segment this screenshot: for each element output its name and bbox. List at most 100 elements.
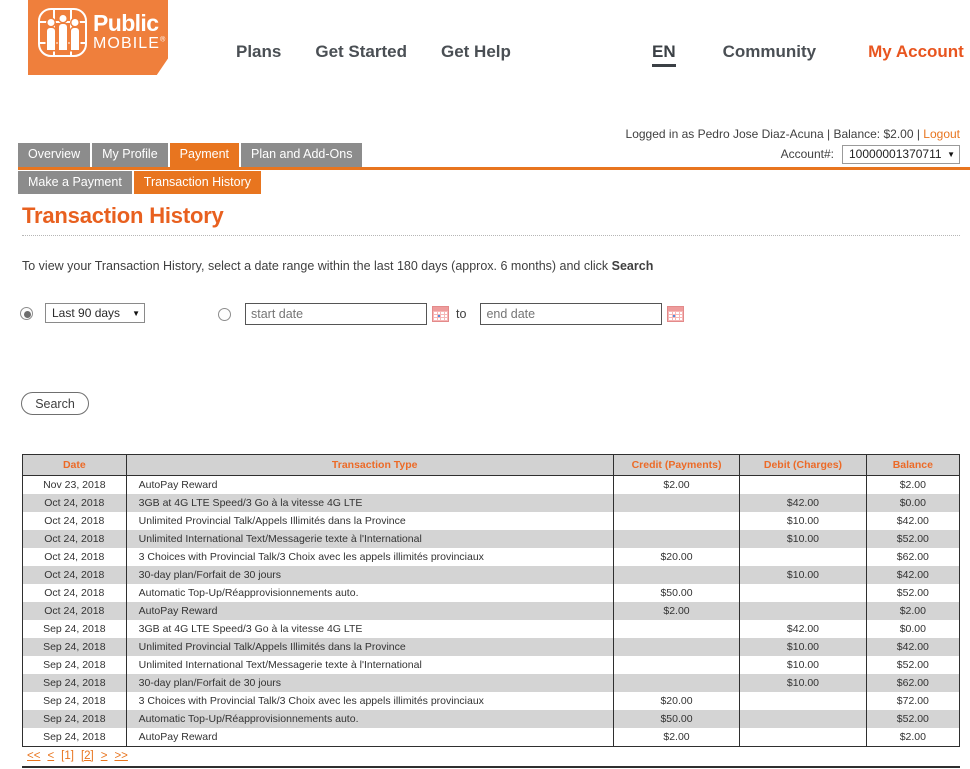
cell-balance: $52.00	[865, 656, 960, 674]
pagination-first[interactable]: <<	[27, 750, 40, 762]
cell-transaction-type: Automatic Top-Up/Réapprovisionnements au…	[125, 584, 614, 602]
nav-language-en[interactable]: EN	[652, 42, 676, 67]
pagination: << < [1] [2] > >>	[27, 750, 128, 762]
cell-date: Sep 24, 2018	[43, 623, 106, 635]
tab-overview[interactable]: Overview	[18, 143, 91, 167]
table-row: Sep 24, 2018 Unlimited Provincial Talk/Ap…	[22, 638, 960, 656]
logo-wordmark: Public MOBILE®	[93, 11, 166, 54]
table-row: Oct 24, 2018 Unlimited Provincial Talk/Ap…	[23, 512, 960, 530]
cell-credit	[612, 512, 740, 530]
cell-credit: $2.00	[612, 602, 740, 620]
pagination-last[interactable]: >>	[114, 750, 127, 762]
cell-date: Sep 24, 2018	[43, 731, 106, 743]
table-row: Nov 23, 2018 AutoPay Reward $2.00 $2.00	[23, 475, 960, 494]
radio-custom-range[interactable]	[218, 307, 231, 321]
column-header-balance[interactable]: Balance	[865, 454, 960, 476]
cell-credit: $2.00	[612, 728, 740, 747]
cell-debit	[739, 728, 867, 747]
cell-transaction-type: Unlimited International Text/Messagerie …	[125, 656, 614, 674]
cell-debit	[739, 710, 867, 728]
radio-preset-range[interactable]	[20, 306, 33, 320]
cell-debit: $42.00	[739, 494, 867, 512]
start-date-calendar-icon[interactable]	[432, 306, 449, 322]
tab-transaction-history[interactable]: Transaction History	[133, 170, 262, 195]
cell-date: Oct 24, 2018	[44, 587, 105, 599]
table-row: Oct 24, 2018 3GB at 4G LTE Speed/3 Go à l…	[22, 494, 960, 512]
tab-payment[interactable]: Payment	[169, 143, 240, 167]
table-bottom-border	[22, 766, 960, 768]
table-row: Oct 24, 2018 Automatic Top-Up/Réapprovisi…	[23, 584, 960, 602]
cell-balance: $2.00	[865, 728, 960, 747]
pagination-next[interactable]: >	[101, 750, 108, 762]
logo-word-mobile: MOBILE	[93, 34, 161, 52]
nav-get-help[interactable]: Get Help	[441, 42, 511, 62]
cell-date: Sep 24, 2018	[43, 659, 106, 671]
nav-community[interactable]: Community	[723, 42, 817, 62]
cell-transaction-type: Unlimited International Text/Messagerie …	[125, 530, 614, 548]
cell-balance: $2.00	[865, 475, 960, 494]
title-divider	[22, 235, 960, 236]
secondary-tab-row: Make a Payment Transaction History	[0, 170, 970, 195]
cell-credit	[612, 674, 740, 692]
main-navigation: Plans Get Started Get Help	[236, 42, 545, 62]
cell-credit: $20.00	[612, 692, 740, 710]
preset-range-select[interactable]: Last 90 days ▼	[45, 303, 145, 323]
cell-date: Oct 24, 2018	[22, 566, 127, 584]
site-header: Public MOBILE® Plans Get Started Get Hel…	[0, 0, 970, 108]
column-header-transaction-type[interactable]: Transaction Type	[125, 454, 614, 476]
cell-transaction-type: 3 Choices with Provincial Talk/3 Choix a…	[125, 548, 614, 566]
nav-get-started[interactable]: Get Started	[315, 42, 407, 62]
tab-plan-and-add-ons[interactable]: Plan and Add-Ons	[241, 143, 363, 167]
cell-balance: $52.00	[865, 710, 960, 728]
start-date-input[interactable]	[245, 303, 427, 325]
tab-divider	[18, 166, 970, 170]
nav-plans[interactable]: Plans	[236, 42, 281, 62]
cell-credit	[612, 494, 740, 512]
pagination-prev[interactable]: <	[47, 750, 54, 762]
cell-credit: $2.00	[612, 475, 740, 494]
cell-credit	[612, 656, 740, 674]
nav-my-account[interactable]: My Account	[868, 42, 964, 62]
cell-debit: $10.00	[739, 530, 867, 548]
cell-transaction-type: 3 Choices with Provincial Talk/3 Choix a…	[125, 692, 614, 710]
table-body: Nov 23, 2018 AutoPay Reward $2.00 $2.00 Oct …	[22, 475, 960, 747]
cell-transaction-type: Unlimited Provincial Talk/Appels Illimit…	[125, 512, 614, 530]
pagination-page-1[interactable]: [1]	[61, 750, 74, 762]
table-row: Oct 24, 2018 AutoPay Reward $2.00 $2.00	[22, 602, 960, 620]
logout-link[interactable]: Logout	[923, 127, 960, 141]
cell-date: Sep 24, 2018	[43, 695, 106, 707]
range-to-label: to	[456, 307, 467, 321]
column-header-credit[interactable]: Credit (Payments)	[612, 454, 740, 476]
cell-transaction-type: AutoPay Reward	[125, 475, 614, 494]
column-header-debit[interactable]: Debit (Charges)	[739, 454, 867, 476]
search-button[interactable]: Search	[21, 392, 89, 415]
public-mobile-logo[interactable]: Public MOBILE®	[28, 0, 168, 75]
end-date-calendar-icon[interactable]	[667, 306, 685, 322]
preset-range-value: Last 90 days	[52, 306, 121, 320]
cell-credit	[612, 530, 740, 548]
table-row: Oct 24, 2018 Unlimited International Text…	[22, 530, 960, 548]
cell-debit: $10.00	[739, 674, 867, 692]
end-date-input[interactable]	[480, 303, 663, 325]
cell-debit: $10.00	[739, 638, 867, 656]
cell-debit	[739, 602, 867, 620]
instructions-text: To view your Transaction History, select…	[22, 259, 653, 273]
custom-range-group: to	[218, 303, 685, 325]
cell-credit	[612, 638, 740, 656]
primary-tab-row: Overview My Profile Payment Plan and Add…	[0, 143, 970, 167]
tab-my-profile[interactable]: My Profile	[92, 143, 168, 167]
cell-transaction-type: 30-day plan/Forfait de 30 jours	[125, 566, 614, 584]
cell-balance: $72.00	[865, 692, 960, 710]
cell-debit	[739, 692, 867, 710]
table-row: Sep 24, 2018 3 Choices with Provincial Ta…	[23, 692, 960, 710]
cell-credit	[612, 620, 740, 638]
column-header-date[interactable]: Date	[22, 454, 127, 476]
cell-transaction-type: Automatic Top-Up/Réapprovisionnements au…	[125, 710, 614, 728]
cell-debit	[739, 548, 867, 566]
pagination-page-2[interactable]: [2]	[81, 750, 94, 762]
secondary-navigation: EN Community My Account	[652, 42, 964, 67]
cell-debit: $10.00	[739, 656, 867, 674]
cell-balance: $52.00	[865, 530, 960, 548]
table-row: Sep 24, 2018 AutoPay Reward $2.00 $2.00	[23, 728, 960, 747]
tab-make-a-payment[interactable]: Make a Payment	[18, 170, 132, 195]
